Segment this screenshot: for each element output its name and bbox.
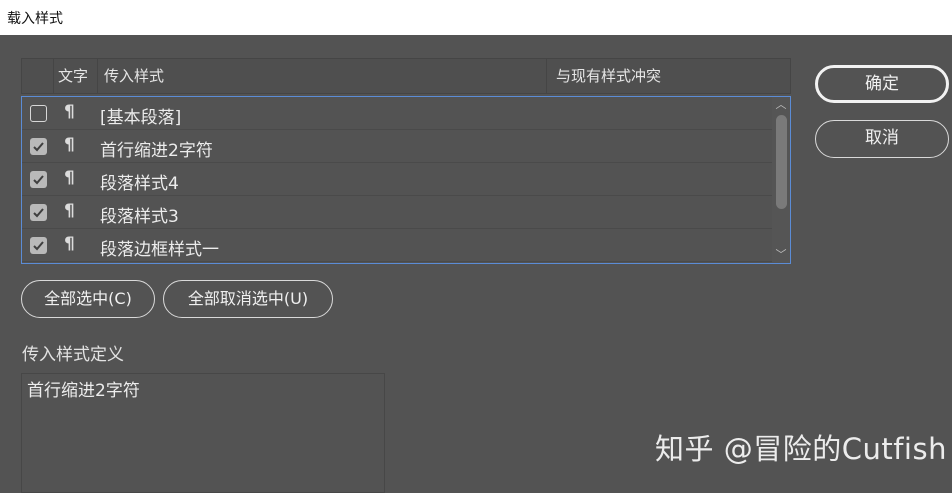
row-style-name: 段落样式4 [100,174,179,194]
definition-box: 首行缩进2字符 [21,373,385,493]
style-row[interactable]: ¶ 段落样式4 [22,163,772,196]
title-bar: 载入样式 [0,0,952,35]
table-header: 文字 传入样式 与现有样式冲突 [21,58,791,94]
paragraph-icon: ¶ [64,234,75,254]
row-checkbox[interactable] [30,105,47,122]
ok-button[interactable]: 确定 [815,65,949,103]
row-style-name: 首行缩进2字符 [100,141,213,161]
checkmark-icon [33,241,44,251]
row-checkbox[interactable] [30,171,47,188]
row-checkbox[interactable] [30,204,47,221]
cancel-button[interactable]: 取消 [815,120,949,158]
style-row[interactable]: ¶ [基本段落] [22,97,772,130]
deselect-all-button[interactable]: 全部取消选中(U) [163,280,333,318]
row-style-name: 段落样式3 [100,207,179,227]
checkmark-icon [33,175,44,185]
scrollbar-thumb[interactable] [776,115,787,209]
chevron-down-icon[interactable]: ﹀ [772,247,790,263]
definition-label: 传入样式定义 [22,345,124,365]
checkmark-icon [33,208,44,218]
row-style-name: [基本段落] [100,108,182,128]
row-checkbox[interactable] [30,237,47,254]
style-row[interactable]: ¶ 段落样式3 [22,196,772,229]
checkmark-icon [33,142,44,152]
style-row[interactable]: ¶ 段落边框样式一 [22,229,772,262]
header-check-column [22,59,54,93]
watermark: 知乎 @冒险的Cutfish [655,432,947,466]
select-all-button[interactable]: 全部选中(C) [21,280,155,318]
paragraph-icon: ¶ [64,168,75,188]
header-text-column[interactable]: 文字 [54,59,98,93]
row-checkbox[interactable] [30,138,47,155]
row-style-name: 段落边框样式一 [100,240,219,260]
paragraph-icon: ¶ [64,201,75,221]
window-title: 载入样式 [7,11,63,27]
paragraph-icon: ¶ [64,102,75,122]
header-incoming-style-column[interactable]: 传入样式 [98,59,547,93]
chevron-up-icon[interactable]: ︿ [772,97,790,113]
list-scrollbar[interactable]: ︿ ﹀ [772,97,790,263]
paragraph-icon: ¶ [64,135,75,155]
style-list[interactable]: ¶ [基本段落] ¶ 首行缩进2字符 ¶ 段落样式4 ¶ 段落样式3 ¶ 段落边… [21,96,791,264]
style-row[interactable]: ¶ 首行缩进2字符 [22,130,772,163]
header-conflict-column[interactable]: 与现有样式冲突 [547,59,790,93]
definition-text: 首行缩进2字符 [27,381,140,401]
